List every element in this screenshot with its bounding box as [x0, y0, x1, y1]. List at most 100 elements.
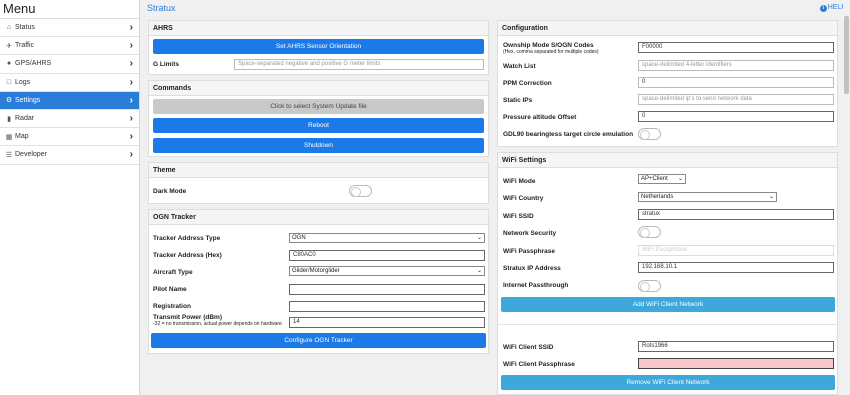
- ogn-tracker-panel: OGN Tracker Tracker Address Type OGN ⌄ T…: [148, 209, 489, 354]
- home-icon: ⌂: [6, 24, 12, 32]
- pressure-offset-label: Pressure altitude Offset: [503, 114, 577, 121]
- scrollbar-track[interactable]: [843, 0, 850, 395]
- client-passphrase-input[interactable]: [638, 358, 834, 369]
- system-update-button[interactable]: Click to select System Update file: [153, 99, 484, 114]
- dark-mode-label: Dark Mode: [153, 188, 187, 195]
- chevron-right-icon: ›: [129, 94, 133, 106]
- ppm-input[interactable]: 0: [638, 77, 834, 88]
- pressure-offset-input[interactable]: 0: [638, 111, 834, 122]
- panel-title: Commands: [149, 81, 488, 96]
- aircraft-type-select[interactable]: Glider/Motorglider ⌄: [289, 266, 485, 276]
- sidebar-item-label: Developer: [15, 151, 47, 159]
- stratux-ip-input[interactable]: 192.168.10.1: [638, 262, 834, 273]
- stratux-ip-label: Stratux IP Address: [503, 265, 561, 272]
- info-icon: i: [819, 5, 827, 12]
- client-ssid-input[interactable]: Rots1966: [638, 341, 834, 352]
- internet-passthrough-toggle[interactable]: [638, 280, 661, 292]
- panel-title: WiFi Settings: [498, 153, 837, 168]
- chevron-down-icon: ⌄: [476, 268, 482, 274]
- sidebar-item-developer[interactable]: ☰ Developer ›: [0, 146, 139, 165]
- reboot-button[interactable]: Reboot: [153, 118, 484, 133]
- remove-wifi-client-button[interactable]: Remove WiFi Client Network: [501, 375, 835, 390]
- gear-icon: ⚙: [5, 97, 13, 105]
- g-limits-label: G Limits: [153, 61, 180, 68]
- tx-power-input[interactable]: 14: [289, 317, 485, 328]
- set-orientation-button[interactable]: Set AHRS Sensor Orientation: [153, 39, 484, 54]
- sidebar-item-label: Settings: [15, 96, 41, 104]
- wifi-passphrase-input[interactable]: WiFi Passphrase: [638, 245, 834, 256]
- tx-power-label: Transmit Power (dBm): [153, 314, 222, 321]
- wifi-country-value: Netherlands: [641, 194, 674, 200]
- wifi-passphrase-label: WiFi Passphrase: [503, 248, 555, 255]
- chevron-right-icon: ›: [129, 58, 133, 70]
- client-passphrase-label: WiFi Client Passphrase: [503, 361, 575, 368]
- wifi-mode-label: WiFi Mode: [503, 178, 536, 185]
- add-wifi-client-button[interactable]: Add WiFi Client Network: [501, 297, 835, 312]
- globe-icon: ●: [6, 60, 12, 68]
- address-type-select[interactable]: OGN ⌄: [289, 233, 485, 243]
- dark-mode-toggle[interactable]: [349, 185, 372, 197]
- ppm-label: PPM Correction: [503, 80, 552, 87]
- gdl90-toggle[interactable]: [638, 128, 661, 140]
- list-icon: ☰: [5, 151, 13, 159]
- internet-passthrough-label: Internet Passthrough: [503, 282, 569, 289]
- app-title[interactable]: Stratux: [147, 3, 176, 13]
- sidebar-item-traffic[interactable]: ✈ Traffic ›: [0, 37, 139, 56]
- network-security-label: Network Security: [503, 230, 557, 237]
- scrollbar-thumb[interactable]: [844, 16, 849, 94]
- chevron-right-icon: ›: [129, 149, 133, 161]
- wifi-settings-panel: WiFi Settings WiFi Mode AP+Client ⌄ WiFi…: [497, 152, 838, 395]
- ownship-label: Ownship Mode S/OGN Codes: [503, 42, 594, 49]
- sidebar-item-radar[interactable]: ▮ Radar ›: [0, 110, 139, 129]
- sidebar-item-settings[interactable]: ⚙ Settings ›: [0, 91, 139, 110]
- static-ips-input[interactable]: space-delimited ip's to send network dat…: [638, 94, 834, 105]
- ahrs-panel: AHRS Set AHRS Sensor Orientation G Limit…: [148, 20, 489, 75]
- address-type-label: Tracker Address Type: [153, 235, 221, 242]
- sidebar-item-status[interactable]: ⌂ Status ›: [0, 19, 139, 38]
- chevron-down-icon: ⌄: [768, 194, 774, 200]
- sidebar-item-label: GPS/AHRS: [15, 60, 52, 68]
- sidebar-item-logs[interactable]: □ Logs ›: [0, 74, 139, 92]
- shutdown-button[interactable]: Shutdown: [153, 138, 484, 153]
- top-bar: Stratux i HELP: [141, 0, 850, 16]
- sidebar-item-label: Traffic: [15, 42, 35, 50]
- address-hex-input[interactable]: C80AC0: [289, 250, 485, 261]
- configuration-panel: Configuration Ownship Mode S/OGN Codes (…: [497, 20, 838, 147]
- menu-title: Menu: [0, 0, 139, 19]
- panel-title: AHRS: [149, 21, 488, 36]
- ownship-input[interactable]: F00000: [638, 42, 834, 53]
- commands-panel: Commands Click to select System Update f…: [148, 80, 489, 157]
- chevron-right-icon: ›: [129, 112, 133, 124]
- ownship-help: (Hex, comma separated for multiple codes…: [503, 49, 599, 55]
- registration-label: Registration: [153, 303, 191, 310]
- configure-ogn-button[interactable]: Configure OGN Tracker: [151, 333, 486, 348]
- wifi-country-label: WiFi Country: [503, 195, 544, 202]
- watchlist-input[interactable]: space-delimited 4-letter identifiers: [638, 60, 834, 71]
- wifi-ssid-label: WiFi SSID: [503, 213, 534, 220]
- signal-icon: ▮: [7, 115, 11, 123]
- sidebar-item-label: Map: [15, 133, 29, 141]
- sidebar-item-label: Status: [15, 24, 35, 32]
- aircraft-type-label: Aircraft Type: [153, 269, 193, 276]
- sidebar-item-map[interactable]: ▦ Map ›: [0, 128, 139, 147]
- gdl90-label: GDL90 bearingless target circle emulatio…: [503, 131, 634, 138]
- sidebar-item-label: Logs: [15, 78, 31, 86]
- sidebar-item-label: Radar: [15, 115, 35, 123]
- network-security-toggle[interactable]: [638, 226, 661, 238]
- wifi-mode-value: AP+Client: [641, 176, 668, 182]
- sidebar-item-gps-ahrs[interactable]: ● GPS/AHRS ›: [0, 55, 139, 74]
- wifi-ssid-input[interactable]: stratux: [638, 209, 834, 220]
- wifi-mode-select[interactable]: AP+Client ⌄: [638, 174, 686, 184]
- pilot-name-input[interactable]: [289, 284, 485, 295]
- file-icon: □: [6, 78, 12, 86]
- aircraft-type-value: Glider/Motorglider: [292, 268, 340, 274]
- panel-title: OGN Tracker: [149, 210, 488, 225]
- wifi-country-select[interactable]: Netherlands ⌄: [638, 192, 777, 202]
- client-ssid-label: WiFi Client SSID: [503, 344, 554, 351]
- registration-input[interactable]: [289, 301, 485, 312]
- chevron-down-icon: ⌄: [476, 235, 482, 241]
- watchlist-label: Watch List: [503, 63, 536, 70]
- g-limits-input[interactable]: Space-separated negative and positive G …: [234, 59, 484, 70]
- divider: [498, 324, 837, 325]
- theme-panel: Theme Dark Mode: [148, 162, 489, 204]
